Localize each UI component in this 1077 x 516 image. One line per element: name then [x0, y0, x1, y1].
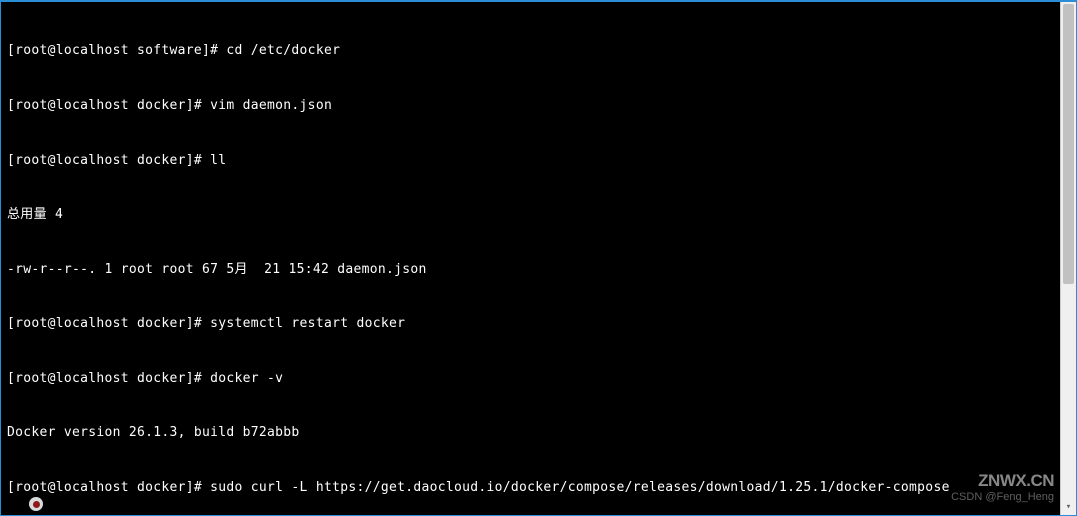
terminal-output-area[interactable]: [root@localhost software]# cd /etc/docke… — [1, 2, 1076, 515]
terminal-line: [root@localhost software]# cd /etc/docke… — [7, 42, 1070, 60]
terminal-line: Docker version 26.1.3, build b72abbb — [7, 424, 1070, 442]
vertical-scrollbar[interactable]: ▴ ▾ — [1060, 2, 1076, 515]
terminal-line: 总用量 4 — [7, 206, 1070, 224]
watermark-author: CSDN @Feng_Heng — [951, 491, 1054, 503]
terminal-line: [root@localhost docker]# sudo curl -L ht… — [7, 479, 1070, 497]
terminal-line: -rw-r--r--. 1 root root 67 5月 21 15:42 d… — [7, 261, 1070, 279]
scroll-down-icon[interactable]: ▾ — [1061, 499, 1076, 515]
watermark: ZNWX.CN CSDN @Feng_Heng — [951, 472, 1054, 503]
watermark-brand: ZNWX.CN — [951, 472, 1054, 491]
terminal-line: [root@localhost docker]# docker -v — [7, 370, 1070, 388]
terminal-line: [root@localhost docker]# ll — [7, 152, 1070, 170]
terminal-line: [root@localhost docker]# vim daemon.json — [7, 97, 1070, 115]
terminal-line: [root@localhost docker]# systemctl resta… — [7, 315, 1070, 333]
terminal-window: [root@localhost software]# cd /etc/docke… — [0, 0, 1077, 516]
scroll-thumb[interactable] — [1063, 4, 1074, 284]
record-indicator-icon — [29, 497, 43, 511]
